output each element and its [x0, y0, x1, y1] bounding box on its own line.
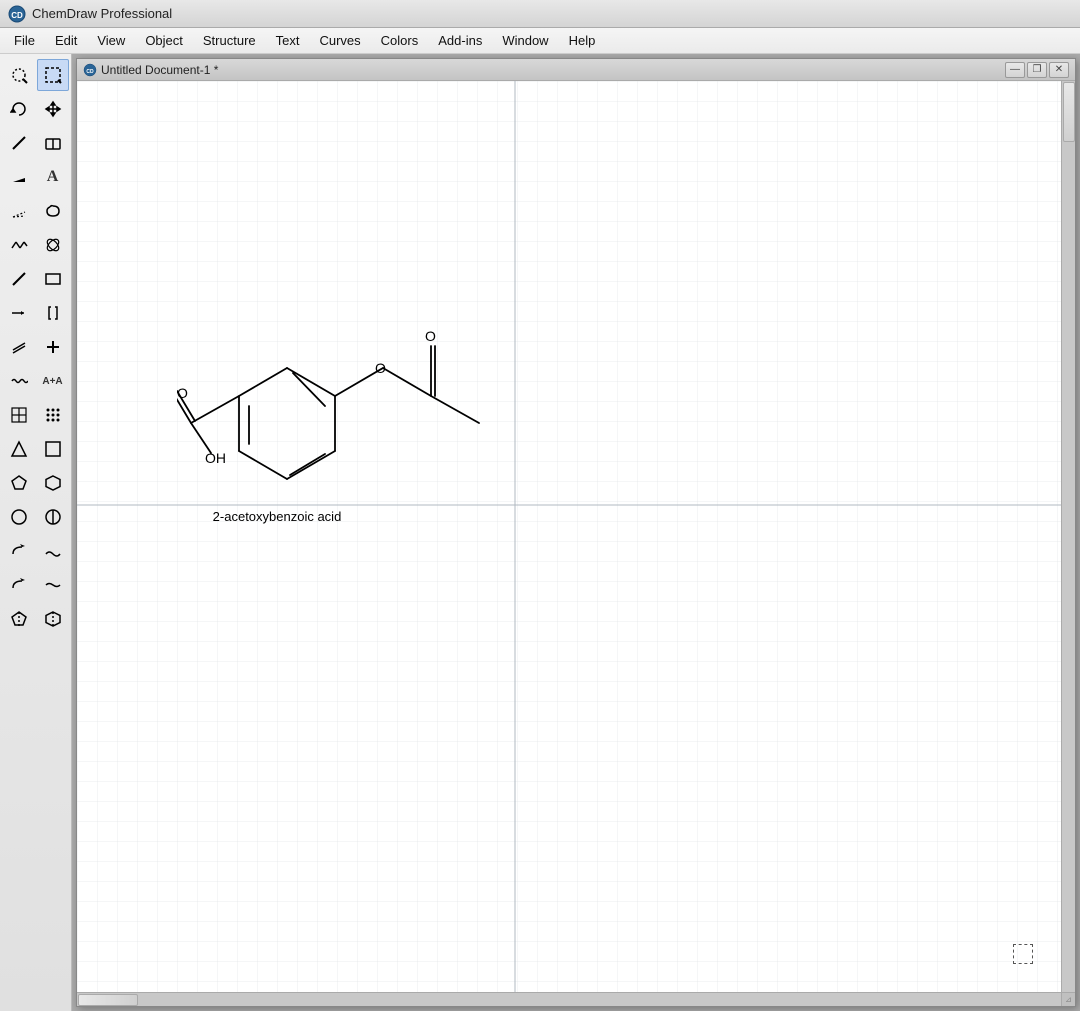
tool-line[interactable] [3, 263, 35, 295]
vertical-scrollbar[interactable] [1061, 81, 1075, 992]
molecule-name-label: 2-acetoxybenzoic acid [213, 509, 342, 524]
tool-arrow-double[interactable] [3, 569, 35, 601]
document-window: CD Untitled Document-1 * — ❐ ✕ [76, 58, 1076, 1007]
document-title: CD Untitled Document-1 * [83, 63, 218, 77]
tool-heptagon[interactable] [3, 501, 35, 533]
menu-bar: FileEditViewObjectStructureTextCurvesCol… [0, 28, 1080, 54]
tool-orbital[interactable] [37, 229, 69, 261]
tool-arrow-curved[interactable] [3, 535, 35, 567]
document-title-text: Untitled Document-1 * [101, 63, 218, 77]
document-area: CD Untitled Document-1 * — ❐ ✕ [72, 54, 1080, 1011]
tool-pentagon[interactable] [3, 467, 35, 499]
toolbar-row-16 [0, 568, 71, 602]
document-maximize-button[interactable]: ❐ [1027, 62, 1047, 78]
title-bar: CD ChemDraw Professional [0, 0, 1080, 28]
tool-chain[interactable] [3, 229, 35, 261]
toolbar-row-8 [0, 296, 71, 330]
canvas-container[interactable]: O OH O O 2-acetoxybenzoic acid [77, 81, 1075, 1006]
toolbar-row-6 [0, 228, 71, 262]
document-close-button[interactable]: ✕ [1049, 62, 1069, 78]
menu-item-curves[interactable]: Curves [309, 30, 370, 51]
tool-eraser[interactable] [37, 127, 69, 159]
menu-item-object[interactable]: Object [135, 30, 193, 51]
tool-rect-shape[interactable] [37, 263, 69, 295]
svg-text:CD: CD [11, 11, 23, 20]
tool-table[interactable] [3, 399, 35, 431]
menu-item-structure[interactable]: Structure [193, 30, 266, 51]
tool-select-lasso[interactable] [3, 59, 35, 91]
horizontal-scrollbar[interactable] [77, 992, 1061, 1006]
toolbar-row-13 [0, 466, 71, 500]
menu-item-edit[interactable]: Edit [45, 30, 87, 51]
toolbar-row-9 [0, 330, 71, 364]
menu-item-colors[interactable]: Colors [371, 30, 429, 51]
tool-hexagon-ring[interactable] [37, 603, 69, 635]
ester-o-label: O [375, 360, 386, 376]
toolbar-row-12 [0, 432, 71, 466]
menu-item-view[interactable]: View [87, 30, 135, 51]
tool-octagon[interactable] [37, 501, 69, 533]
tool-bond-double[interactable] [3, 331, 35, 363]
main-area: A [0, 54, 1080, 1011]
tool-wavy[interactable] [3, 365, 35, 397]
selection-box [1013, 944, 1033, 964]
toolbar-row-3 [0, 126, 71, 160]
acetyl-o-label: O [425, 328, 436, 344]
molecule-svg: O OH O O 2-acetoxybenzoic acid [177, 201, 517, 581]
tool-hexagon[interactable] [37, 467, 69, 499]
tool-atom-map[interactable]: A+A [37, 365, 69, 397]
toolbar-row-4: A [0, 160, 71, 194]
tool-move[interactable] [37, 93, 69, 125]
tool-triangle[interactable] [3, 433, 35, 465]
tool-arrow[interactable] [3, 297, 35, 329]
tool-bond-hashdash[interactable] [3, 195, 35, 227]
horizontal-scroll-thumb[interactable] [78, 994, 138, 1006]
document-controls: — ❐ ✕ [1005, 62, 1069, 78]
scroll-corner: ⊿ [1061, 992, 1075, 1006]
carboxyl-label: O [177, 385, 188, 401]
tool-bracket[interactable] [37, 297, 69, 329]
menu-item-window[interactable]: Window [492, 30, 558, 51]
menu-item-file[interactable]: File [4, 30, 45, 51]
toolbar-row-2 [0, 92, 71, 126]
svg-text:CD: CD [86, 69, 94, 75]
tool-bond-wedge[interactable] [3, 161, 35, 193]
drawing-canvas[interactable]: O OH O O 2-acetoxybenzoic acid [77, 81, 1061, 992]
toolbar-row-14 [0, 500, 71, 534]
tool-bond-single[interactable] [3, 127, 35, 159]
tool-dotgrid[interactable] [37, 399, 69, 431]
toolbar-row-11 [0, 398, 71, 432]
tool-wave2[interactable] [37, 569, 69, 601]
tool-select-rect[interactable] [37, 59, 69, 91]
toolbar-row-5 [0, 194, 71, 228]
toolbar-row-7 [0, 262, 71, 296]
tool-pentagon-ring[interactable] [3, 603, 35, 635]
tool-wave-bond[interactable] [37, 535, 69, 567]
tool-lasso2[interactable] [37, 195, 69, 227]
document-title-bar: CD Untitled Document-1 * — ❐ ✕ [77, 59, 1075, 81]
menu-item-help[interactable]: Help [559, 30, 606, 51]
toolbar-row-10: A+A [0, 364, 71, 398]
toolbar-row-1 [0, 58, 71, 92]
document-icon: CD [83, 63, 97, 77]
tool-plus[interactable] [37, 331, 69, 363]
app-icon: CD [8, 5, 26, 23]
toolbar-row-17 [0, 602, 71, 636]
oh-label: OH [205, 450, 226, 466]
toolbar-row-15 [0, 534, 71, 568]
menu-item-text[interactable]: Text [266, 30, 310, 51]
document-minimize-button[interactable]: — [1005, 62, 1025, 78]
toolbar: A [0, 54, 72, 1011]
tool-rotate[interactable] [3, 93, 35, 125]
vertical-scroll-thumb[interactable] [1063, 82, 1075, 142]
menu-item-add-ins[interactable]: Add-ins [428, 30, 492, 51]
tool-square[interactable] [37, 433, 69, 465]
tool-text[interactable]: A [37, 161, 69, 193]
app-title: ChemDraw Professional [32, 6, 172, 21]
